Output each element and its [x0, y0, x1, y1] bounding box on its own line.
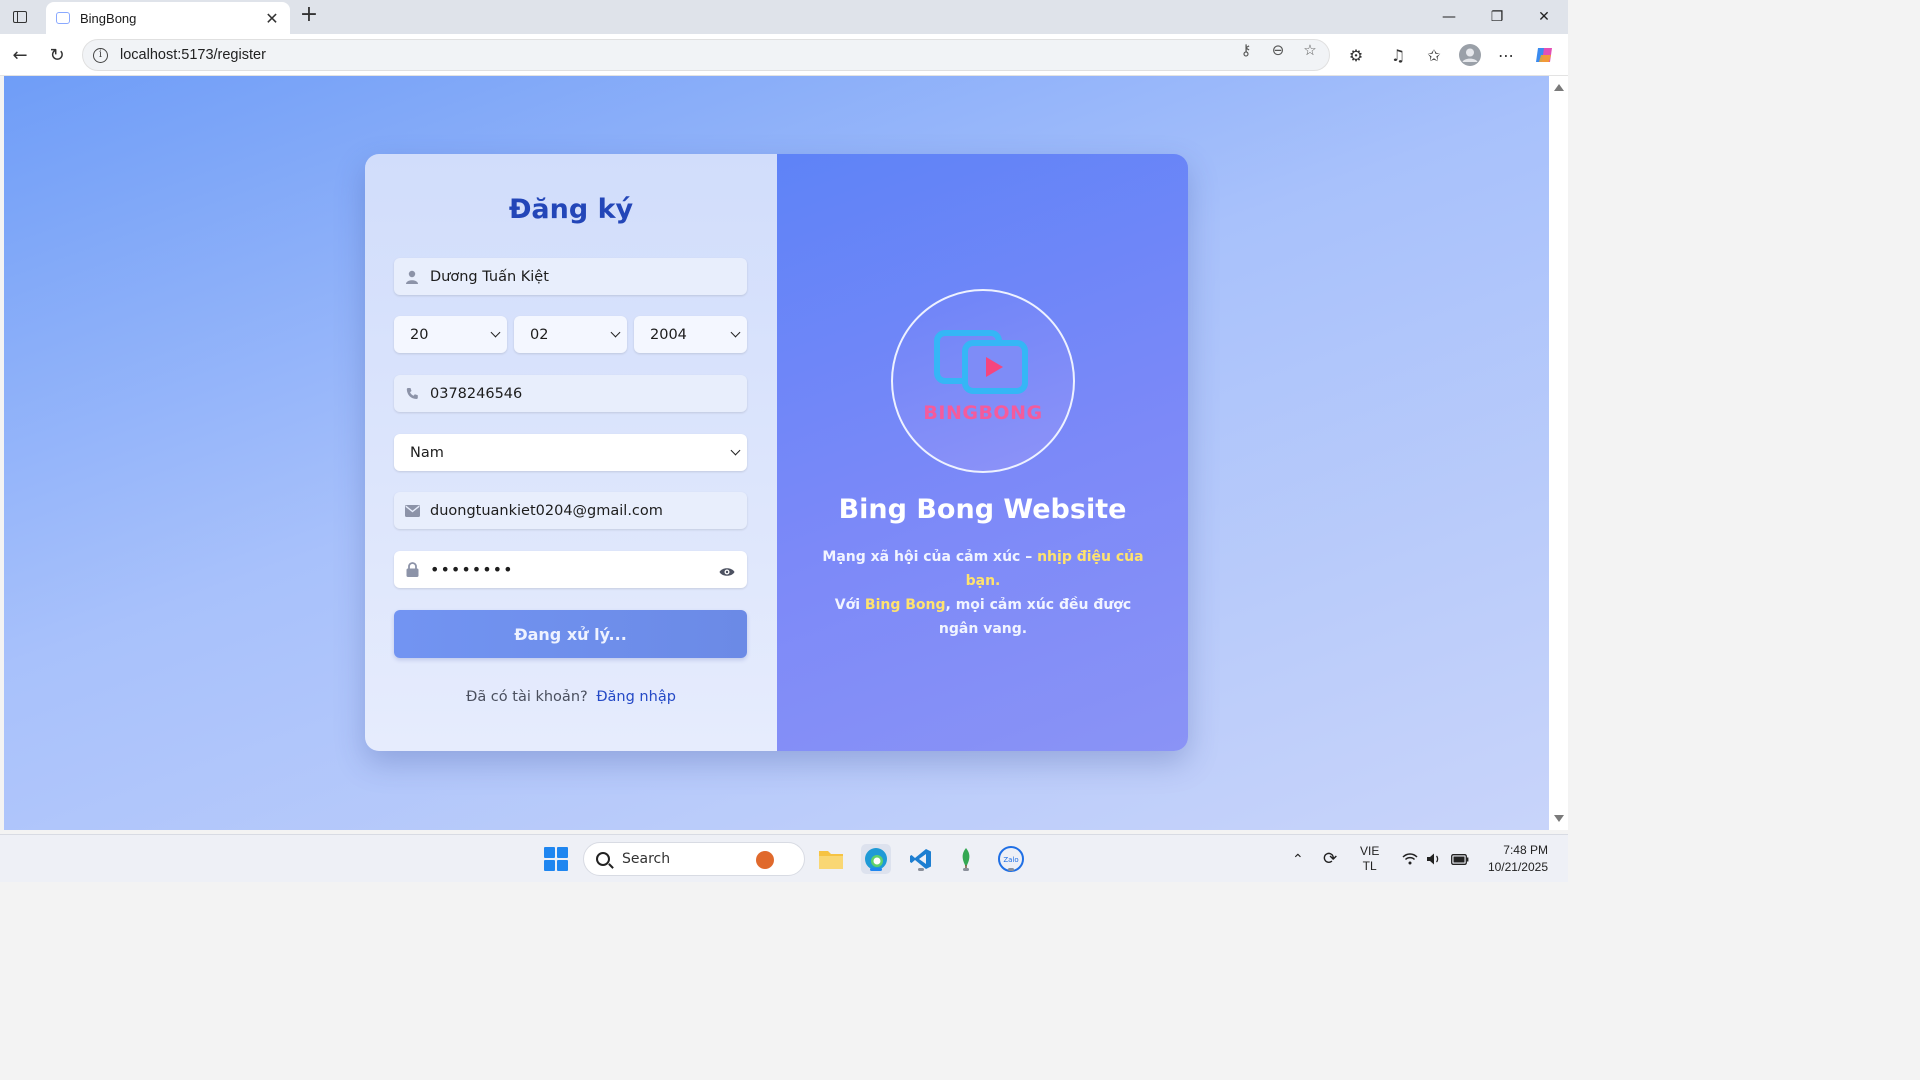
desc-text-2: Với	[834, 597, 865, 613]
wifi-icon[interactable]	[1402, 835, 1418, 883]
close-tab-icon[interactable]: ✕	[262, 8, 282, 28]
desc-highlight-2: Bing Bong	[864, 597, 946, 613]
site-info-icon[interactable]: i	[93, 47, 108, 63]
clock-time: 7:48 PM	[1503, 843, 1548, 857]
copilot-icon[interactable]	[1533, 43, 1557, 67]
sync-icon[interactable]: ⟳	[1323, 835, 1337, 883]
language-indicator[interactable]: VIE TL	[1360, 835, 1379, 883]
show-password-eye-icon[interactable]	[719, 563, 735, 576]
windows-taskbar: Search Zalo ⌃ ⟳ VIE TL 7:48 PM 10/21/202…	[0, 834, 1568, 882]
tab-actions-icon[interactable]	[8, 6, 32, 28]
login-prompt: Đã có tài khoản? Đăng nhập	[365, 689, 777, 705]
favorite-star-icon[interactable]: ☆	[1300, 40, 1320, 60]
scroll-up-icon[interactable]	[1554, 84, 1564, 91]
register-submit-button[interactable]: Đang xử lý...	[394, 610, 747, 658]
media-icon[interactable]: ♫	[1386, 43, 1410, 67]
tv-play-icon	[934, 330, 1028, 394]
vscode-icon[interactable]	[906, 844, 936, 874]
url-text[interactable]: localhost:5173/register	[120, 47, 266, 63]
mongodb-icon[interactable]	[951, 844, 981, 874]
phone-value[interactable]: 0378246546	[430, 386, 522, 402]
back-icon[interactable]: ←	[7, 42, 33, 68]
svg-text:Zalo: Zalo	[1003, 856, 1018, 864]
logo-text: BINGBONG	[923, 402, 1043, 424]
extensions-icon[interactable]: ⚙	[1344, 43, 1368, 67]
favorites-icon[interactable]: ✩	[1422, 43, 1446, 67]
brand-description: Mạng xã hội của cảm xúc – nhịp điệu của …	[813, 545, 1153, 641]
scroll-down-icon[interactable]	[1554, 815, 1564, 822]
month-select[interactable]: 02	[514, 316, 627, 353]
month-value: 02	[530, 326, 549, 343]
zoom-out-icon[interactable]: ⊖	[1268, 40, 1288, 60]
bingbong-favicon-icon	[56, 12, 70, 24]
register-card: Đăng ký Dương Tuấn Kiệt 20 02 2004 03782…	[365, 154, 1188, 751]
login-link[interactable]: Đăng nhập	[596, 689, 676, 705]
name-value[interactable]: Dương Tuấn Kiệt	[430, 269, 549, 285]
search-icon	[596, 852, 610, 866]
login-question: Đã có tài khoản?	[466, 689, 588, 705]
day-select[interactable]: 20	[394, 316, 507, 353]
desc-text-3: , mọi cảm xúc đều được ngân vang.	[938, 597, 1132, 637]
brand-title: Bing Bong Website	[838, 494, 1127, 525]
user-icon	[404, 270, 420, 284]
zalo-icon[interactable]: Zalo	[996, 844, 1026, 874]
brand-panel: BINGBONG Bing Bong Website Mạng xã hội c…	[777, 154, 1188, 751]
password-field[interactable]: ••••••••	[394, 551, 747, 588]
restore-icon[interactable]: ❐	[1474, 4, 1520, 30]
phone-icon	[404, 387, 420, 401]
key-icon[interactable]: ⚷	[1236, 40, 1256, 60]
windows-start-icon[interactable]	[544, 847, 568, 871]
phone-field[interactable]: 0378246546	[394, 375, 747, 412]
lock-icon	[404, 562, 420, 577]
more-options-icon[interactable]: ⋯	[1494, 43, 1518, 67]
form-title: Đăng ký	[508, 194, 634, 225]
volume-icon[interactable]	[1426, 835, 1442, 883]
edge-browser-icon[interactable]	[861, 844, 891, 874]
page-viewport: Đăng ký Dương Tuấn Kiệt 20 02 2004 03782…	[4, 76, 1549, 830]
chevron-down-icon	[730, 445, 741, 456]
taskbar-clock[interactable]: 7:48 PM 10/21/2025	[1468, 842, 1548, 876]
clock-date: 10/21/2025	[1487, 860, 1548, 874]
taskbar-search[interactable]: Search	[583, 842, 805, 876]
page-scrollbar[interactable]	[1549, 76, 1568, 830]
envelope-icon	[404, 504, 420, 517]
register-form-panel: Đăng ký Dương Tuấn Kiệt 20 02 2004 03782…	[365, 154, 777, 751]
year-value: 2004	[650, 326, 687, 343]
close-window-icon[interactable]: ✕	[1521, 4, 1567, 30]
address-bar[interactable]: i localhost:5173/register	[82, 39, 1330, 71]
browser-tab[interactable]: BingBong ✕	[46, 2, 290, 34]
name-field[interactable]: Dương Tuấn Kiệt	[394, 258, 747, 295]
day-value: 20	[410, 326, 429, 343]
file-explorer-icon[interactable]	[816, 844, 846, 874]
year-select[interactable]: 2004	[634, 316, 747, 353]
email-field[interactable]: duongtuankiet0204@gmail.com	[394, 492, 747, 529]
search-label: Search	[622, 851, 671, 867]
email-value[interactable]: duongtuankiet0204@gmail.com	[430, 503, 663, 519]
chevron-down-icon	[610, 327, 621, 338]
address-bar-row: ← ↻ i localhost:5173/register ⚷ ⊖ ☆ ⚙ ♫ …	[0, 34, 1568, 76]
tab-title: BingBong	[80, 10, 137, 26]
chevron-down-icon	[490, 327, 501, 338]
bingbong-logo: BINGBONG	[891, 289, 1075, 473]
gender-value: Nam	[410, 444, 444, 461]
tab-bar: BingBong ✕ + — ❐ ✕	[0, 0, 1568, 34]
refresh-icon[interactable]: ↻	[44, 42, 70, 68]
password-value[interactable]: ••••••••	[430, 560, 514, 579]
lang-layout: TL	[1362, 859, 1377, 873]
chevron-down-icon	[730, 327, 741, 338]
new-tab-icon[interactable]: +	[298, 4, 320, 27]
show-hidden-icons-chevron-icon[interactable]: ⌃	[1292, 835, 1304, 883]
search-highlight-icon	[756, 851, 774, 869]
battery-icon[interactable]	[1451, 835, 1469, 883]
desc-text-1: Mạng xã hội của cảm xúc –	[822, 549, 1038, 565]
profile-avatar-icon[interactable]	[1458, 43, 1482, 67]
lang-code: VIE	[1360, 844, 1380, 858]
minimize-icon[interactable]: —	[1426, 4, 1472, 30]
gender-select[interactable]: Nam	[394, 434, 747, 471]
